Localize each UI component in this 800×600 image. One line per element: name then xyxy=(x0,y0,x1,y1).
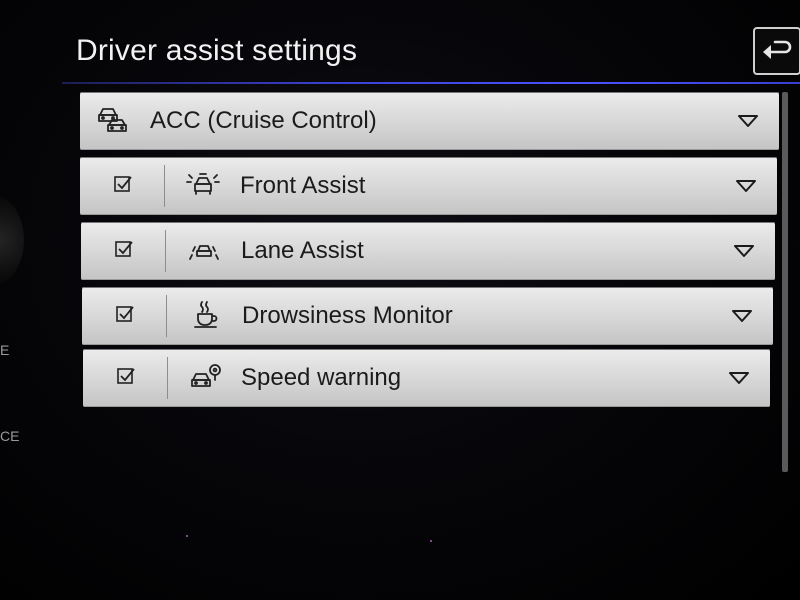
bezel-label-2: CE xyxy=(0,428,20,444)
row-divider xyxy=(166,295,167,337)
acc-icon xyxy=(98,108,127,132)
setting-label: Lane Assist xyxy=(241,237,364,264)
checkbox-checked-icon[interactable] xyxy=(114,175,132,193)
infotainment-screen: E CE Driver assist settings ACC (Cruise … xyxy=(0,0,800,600)
setting-label: Speed warning xyxy=(241,364,402,391)
chevron-down-icon[interactable] xyxy=(735,179,757,193)
setting-row-speed-warning[interactable]: Speed warning xyxy=(83,349,770,407)
back-button[interactable] xyxy=(753,27,800,75)
setting-row-drowsiness-monitor[interactable]: Drowsiness Monitor xyxy=(82,287,773,345)
row-divider xyxy=(164,165,165,207)
checkbox-checked-icon[interactable] xyxy=(115,240,133,258)
bezel-label-1: E xyxy=(0,342,10,358)
checkbox-checked-icon[interactable] xyxy=(117,367,135,385)
scrollbar[interactable] xyxy=(782,92,788,472)
chevron-down-icon[interactable] xyxy=(731,309,753,323)
chevron-down-icon[interactable] xyxy=(728,371,750,385)
screen-speck xyxy=(186,535,188,537)
chevron-down-icon[interactable] xyxy=(737,114,759,128)
setting-label: Front Assist xyxy=(240,172,366,199)
speed-warning-icon xyxy=(191,364,221,387)
coffee-cup-icon xyxy=(194,301,218,328)
setting-label: ACC (Cruise Control) xyxy=(150,107,377,134)
title-underline xyxy=(62,82,800,84)
chevron-down-icon[interactable] xyxy=(733,244,755,258)
setting-label: Drowsiness Monitor xyxy=(242,302,453,329)
lane-assist-icon xyxy=(189,245,219,260)
row-divider xyxy=(167,357,168,399)
back-arrow-icon xyxy=(763,40,792,59)
setting-row-front-assist[interactable]: Front Assist xyxy=(80,157,777,215)
page-title: Driver assist settings xyxy=(76,34,358,67)
setting-row-lane-assist[interactable]: Lane Assist xyxy=(81,222,775,280)
front-assist-icon xyxy=(186,173,220,195)
row-divider xyxy=(165,230,166,272)
screen-speck xyxy=(430,540,432,542)
setting-row-acc[interactable]: ACC (Cruise Control) xyxy=(80,92,779,150)
checkbox-checked-icon[interactable] xyxy=(116,305,134,323)
bezel-knob xyxy=(0,195,24,285)
